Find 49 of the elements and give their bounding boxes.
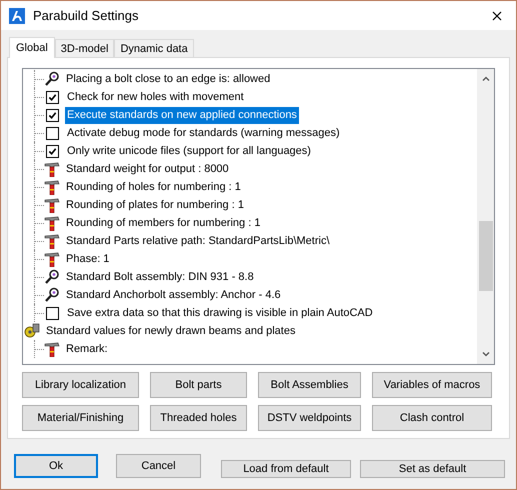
tab[interactable]: Global: [9, 37, 55, 58]
tree-item[interactable]: Activate debug mode for standards (warning messages): [65, 124, 342, 142]
checkbox[interactable]: [46, 306, 59, 320]
hammer-icon: [44, 215, 60, 231]
tree-item[interactable]: Standard Bolt assembly: DIN 931 - 8.8: [64, 268, 256, 286]
checkbox[interactable]: [46, 108, 59, 122]
hammer-icon: [44, 179, 60, 195]
dialog-button[interactable]: Set as default: [360, 460, 505, 478]
tree-item[interactable]: Rounding of members for numbering : 1: [64, 214, 262, 232]
tree-item[interactable]: Remark:: [64, 340, 110, 358]
hammer-icon: [44, 233, 60, 249]
checkbox[interactable]: [46, 126, 59, 140]
tree-item[interactable]: Phase: 1: [64, 250, 112, 268]
hammer-icon: [44, 197, 60, 213]
tree-item[interactable]: Save extra data so that this drawing is visible in plain AutoCAD: [65, 304, 375, 322]
close-icon[interactable]: [492, 10, 502, 20]
dialog-button[interactable]: Cancel: [116, 454, 201, 478]
hammer-icon: [44, 341, 60, 357]
hammer-icon: [44, 251, 60, 267]
tree-item[interactable]: Execute standards on new applied connections: [65, 106, 299, 124]
tree-item[interactable]: Standard values for newly drawn beams and plates: [44, 322, 298, 340]
panel-button[interactable]: Material/Finishing: [22, 405, 139, 431]
scrollbar[interactable]: [477, 69, 494, 364]
tree-item[interactable]: Rounding of plates for numbering : 1: [64, 196, 246, 214]
tree-item[interactable]: Check for new holes with movement: [65, 88, 246, 106]
panel-button[interactable]: Library localization: [22, 372, 139, 398]
panel-button[interactable]: DSTV weldpoints: [258, 405, 361, 431]
checkbox[interactable]: [46, 144, 59, 158]
panel-button[interactable]: Clash control: [372, 405, 492, 431]
tree-item[interactable]: Rounding of holes for numbering : 1: [64, 178, 243, 196]
tab[interactable]: Dynamic data: [114, 39, 194, 57]
tree-item[interactable]: Standard weight for output : 8000: [64, 160, 231, 178]
scroll-down-icon[interactable]: [480, 349, 490, 359]
scroll-thumb[interactable]: [478, 221, 492, 291]
dialog-button[interactable]: Load from default: [221, 460, 351, 478]
tree-item[interactable]: Standard Parts relative path: StandardPartsLib\Metric\: [64, 232, 332, 250]
window-title: Parabuild Settings: [33, 8, 140, 23]
panel-button[interactable]: Threaded holes: [150, 405, 247, 431]
tree-item[interactable]: Only write unicode files (support for all languages): [65, 142, 313, 160]
panel-button[interactable]: Bolt parts: [150, 372, 247, 398]
panel-button[interactable]: Variables of macros: [372, 372, 492, 398]
tree-item[interactable]: Placing a bolt close to an edge is: allowed: [64, 70, 272, 88]
checkbox[interactable]: [46, 90, 59, 104]
tree-item[interactable]: Standard Anchorbolt assembly: Anchor - 4.6: [64, 286, 283, 304]
dialog-button[interactable]: Ok: [14, 454, 98, 478]
hammer-icon: [44, 161, 60, 177]
tab[interactable]: 3D-model: [54, 39, 114, 57]
panel-button[interactable]: Bolt Assemblies: [258, 372, 361, 398]
app-logo-icon: [9, 8, 25, 24]
